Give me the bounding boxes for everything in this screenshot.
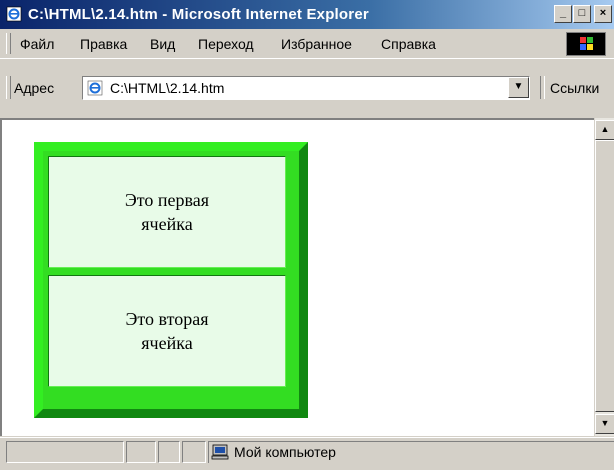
ie-page-icon xyxy=(87,80,103,96)
page-content: Это первая ячейка Это вторая ячейка xyxy=(0,118,594,436)
status-pane xyxy=(126,441,156,463)
status-pane xyxy=(158,441,180,463)
menu-view[interactable]: Вид xyxy=(150,36,175,52)
minimize-button[interactable]: _ xyxy=(554,5,572,23)
status-pane xyxy=(6,441,124,463)
toolbar-grip[interactable] xyxy=(6,33,11,54)
address-label: Адрес xyxy=(14,80,55,96)
window-title: C:\HTML\2.14.htm - Microsoft Internet Ex… xyxy=(28,6,369,23)
title-bar: C:\HTML\2.14.htm - Microsoft Internet Ex… xyxy=(0,0,614,29)
menu-bar: Файл Правка Вид Переход Избранное Справк… xyxy=(0,29,614,59)
table-cell-first: Это первая ячейка xyxy=(48,156,286,268)
address-bar: Адрес C:\HTML\2.14.htm ▼ Ссылки xyxy=(0,59,614,119)
scroll-up-button[interactable]: ▲ xyxy=(595,120,614,140)
address-value: C:\HTML\2.14.htm xyxy=(110,80,225,96)
menu-help[interactable]: Справка xyxy=(381,36,436,52)
maximize-button[interactable]: □ xyxy=(573,5,591,23)
address-dropdown-button[interactable]: ▼ xyxy=(508,77,529,98)
windows-logo-icon xyxy=(566,32,606,56)
menu-go[interactable]: Переход xyxy=(198,36,254,52)
links-button[interactable]: Ссылки xyxy=(550,80,599,96)
status-pane xyxy=(182,441,206,463)
toolbar-grip[interactable] xyxy=(6,76,11,99)
zone-label: Мой компьютер xyxy=(234,444,336,460)
green-table: Это первая ячейка Это вторая ячейка xyxy=(34,142,308,418)
ie-page-icon xyxy=(6,6,22,22)
scroll-thumb[interactable] xyxy=(595,140,614,412)
cell-text: Это первая ячейка xyxy=(124,190,210,234)
cell-text: Это вторая ячейка xyxy=(125,309,209,353)
my-computer-icon xyxy=(211,444,229,460)
status-bar: Мой компьютер xyxy=(0,437,614,470)
menu-file[interactable]: Файл xyxy=(20,36,54,52)
security-zone: Мой компьютер xyxy=(208,441,614,463)
table-cell-second: Это вторая ячейка xyxy=(48,275,286,387)
vertical-scrollbar[interactable]: ▲ ▼ xyxy=(594,118,614,436)
toolbar-separator xyxy=(540,76,545,99)
menu-favorites[interactable]: Избранное xyxy=(281,36,352,52)
scroll-down-button[interactable]: ▼ xyxy=(595,414,614,434)
chevron-down-icon: ▼ xyxy=(513,81,524,92)
address-input[interactable]: C:\HTML\2.14.htm xyxy=(82,76,530,100)
close-button[interactable]: × xyxy=(594,5,612,23)
menu-edit[interactable]: Правка xyxy=(80,36,127,52)
